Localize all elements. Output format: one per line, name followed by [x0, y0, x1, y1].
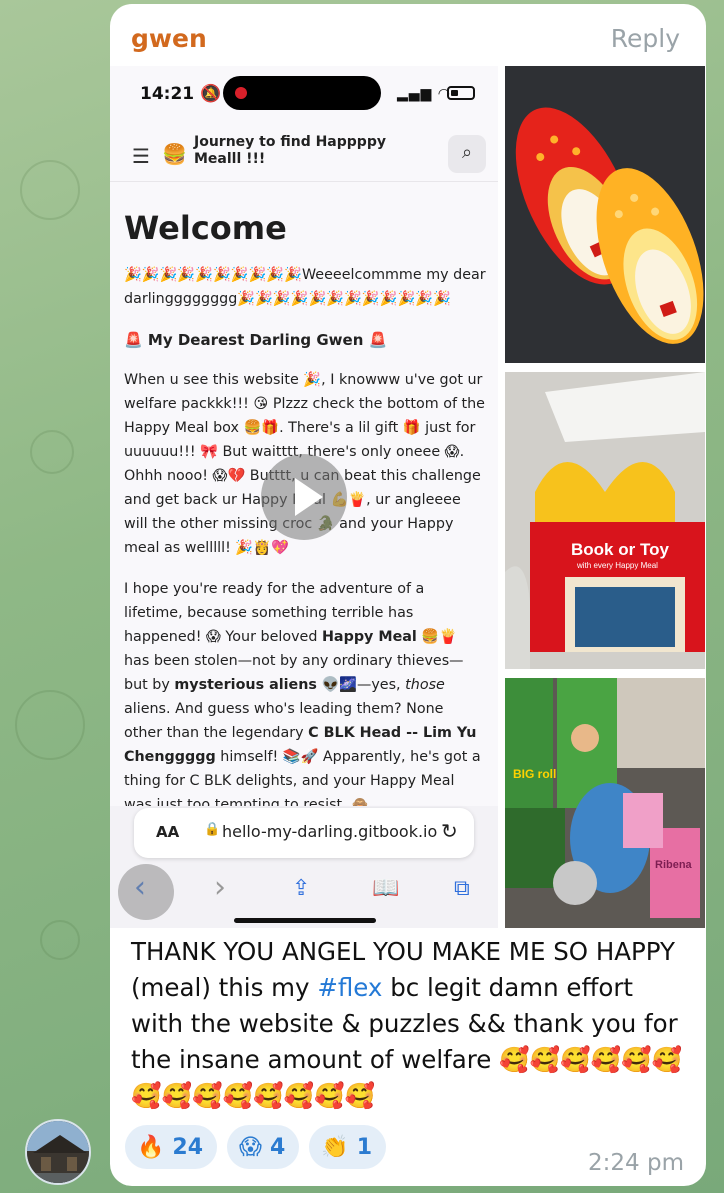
recording-dot-icon: [235, 87, 247, 99]
signal-wifi-icon: ▂▄▆ ◠: [397, 86, 451, 102]
reactions-row: 🔥 24 😱 4 👏 1: [125, 1125, 386, 1169]
fire-icon: 🔥: [137, 1134, 165, 1160]
screenshot-image[interactable]: 14:21 🔕 ▂▄▆ ◠ ☰ 🍔 Journey to find Happpp…: [110, 66, 498, 928]
message-text: THANK YOU ANGEL YOU MAKE ME SO HAPPY (me…: [131, 937, 683, 1110]
sender-name[interactable]: gwen: [131, 24, 207, 53]
dynamic-island: [223, 76, 381, 110]
section-heading: 🚨 My Dearest Darling Gwen 🚨: [124, 331, 388, 349]
wallpaper-doodle: [20, 160, 80, 220]
clap-icon: 👏: [321, 1134, 349, 1160]
crocs-illustration: [505, 66, 705, 363]
share-icon: ⇪: [292, 876, 311, 901]
site-navbar: ☰ 🍔 Journey to find Happppy Mealll !!! ⌕: [110, 128, 498, 182]
reaction-clap[interactable]: 👏 1: [309, 1125, 386, 1169]
reaction-scream[interactable]: 😱 4: [227, 1125, 300, 1169]
book-or-toy-text: Book or Toy: [571, 540, 669, 559]
status-time: 14:21 🔕: [140, 84, 222, 104]
photo-happy-meal-box[interactable]: Book or Toy with every Happy Meal: [505, 372, 705, 669]
wallpaper-doodle: [15, 690, 85, 760]
lock-icon: 🔒: [204, 822, 221, 837]
happy-meal-illustration: Book or Toy with every Happy Meal: [505, 372, 705, 669]
big-roll-text: BIG roll: [513, 767, 556, 781]
browser-url-bar: AA 🔒 hello-my-darling.gitbook.io ↻: [110, 806, 498, 864]
reply-button[interactable]: Reply: [611, 24, 680, 53]
reaction-count: 1: [356, 1134, 372, 1160]
reload-icon: ↻: [441, 819, 458, 843]
with-every-text: with every Happy Meal: [576, 561, 658, 570]
message-bubble[interactable]: gwen Reply 14:21 🔕 ▂▄▆ ◠ ☰ 🍔 Journey to …: [110, 4, 706, 1186]
reader-mode-label: AA: [156, 823, 180, 841]
wallpaper-doodle: [30, 430, 74, 474]
url-text: hello-my-darling.gitbook.io: [222, 822, 438, 841]
paragraph-2: I hope you're ready for the adventure of…: [124, 581, 481, 813]
reaction-count: 4: [269, 1134, 286, 1160]
forward-icon: ›: [214, 870, 226, 905]
play-icon[interactable]: [261, 454, 347, 540]
photo-snacks[interactable]: BIG roll Ribena: [505, 678, 705, 928]
reaction-count: 24: [172, 1134, 204, 1160]
photo-crocs[interactable]: [505, 66, 705, 363]
page-title: Welcome: [124, 209, 287, 247]
message-time: 2:24 pm: [588, 1150, 684, 1176]
status-bar: 14:21 🔕 ▂▄▆ ◠: [110, 66, 498, 126]
site-title: Journey to find Happppy Mealll !!!: [194, 134, 386, 167]
hashtag-link[interactable]: #flex: [317, 973, 382, 1002]
touch-indicator: [118, 864, 174, 920]
ribena-text: Ribena: [655, 859, 693, 871]
wallpaper-doodle: [40, 920, 80, 960]
home-indicator: [234, 918, 376, 923]
reaction-fire[interactable]: 🔥 24: [125, 1125, 218, 1169]
site-logo: 🍔: [162, 142, 187, 166]
search-icon: ⌕: [448, 135, 486, 173]
hamburger-menu-icon: ☰: [132, 144, 150, 168]
url-box: AA 🔒 hello-my-darling.gitbook.io ↻: [134, 808, 474, 858]
house-avatar-image: [27, 1121, 89, 1183]
bookmarks-icon: 📖: [372, 876, 400, 901]
scream-icon: 😱: [239, 1134, 262, 1160]
tabs-icon: ⧉: [454, 876, 470, 901]
avatar[interactable]: [25, 1119, 91, 1185]
intro-text: 🎉🎉🎉🎉🎉🎉🎉🎉🎉🎉Weeeelcommme my dear darlinggg…: [124, 267, 486, 307]
battery-icon: [447, 86, 475, 100]
snacks-illustration: BIG roll Ribena: [505, 678, 705, 928]
